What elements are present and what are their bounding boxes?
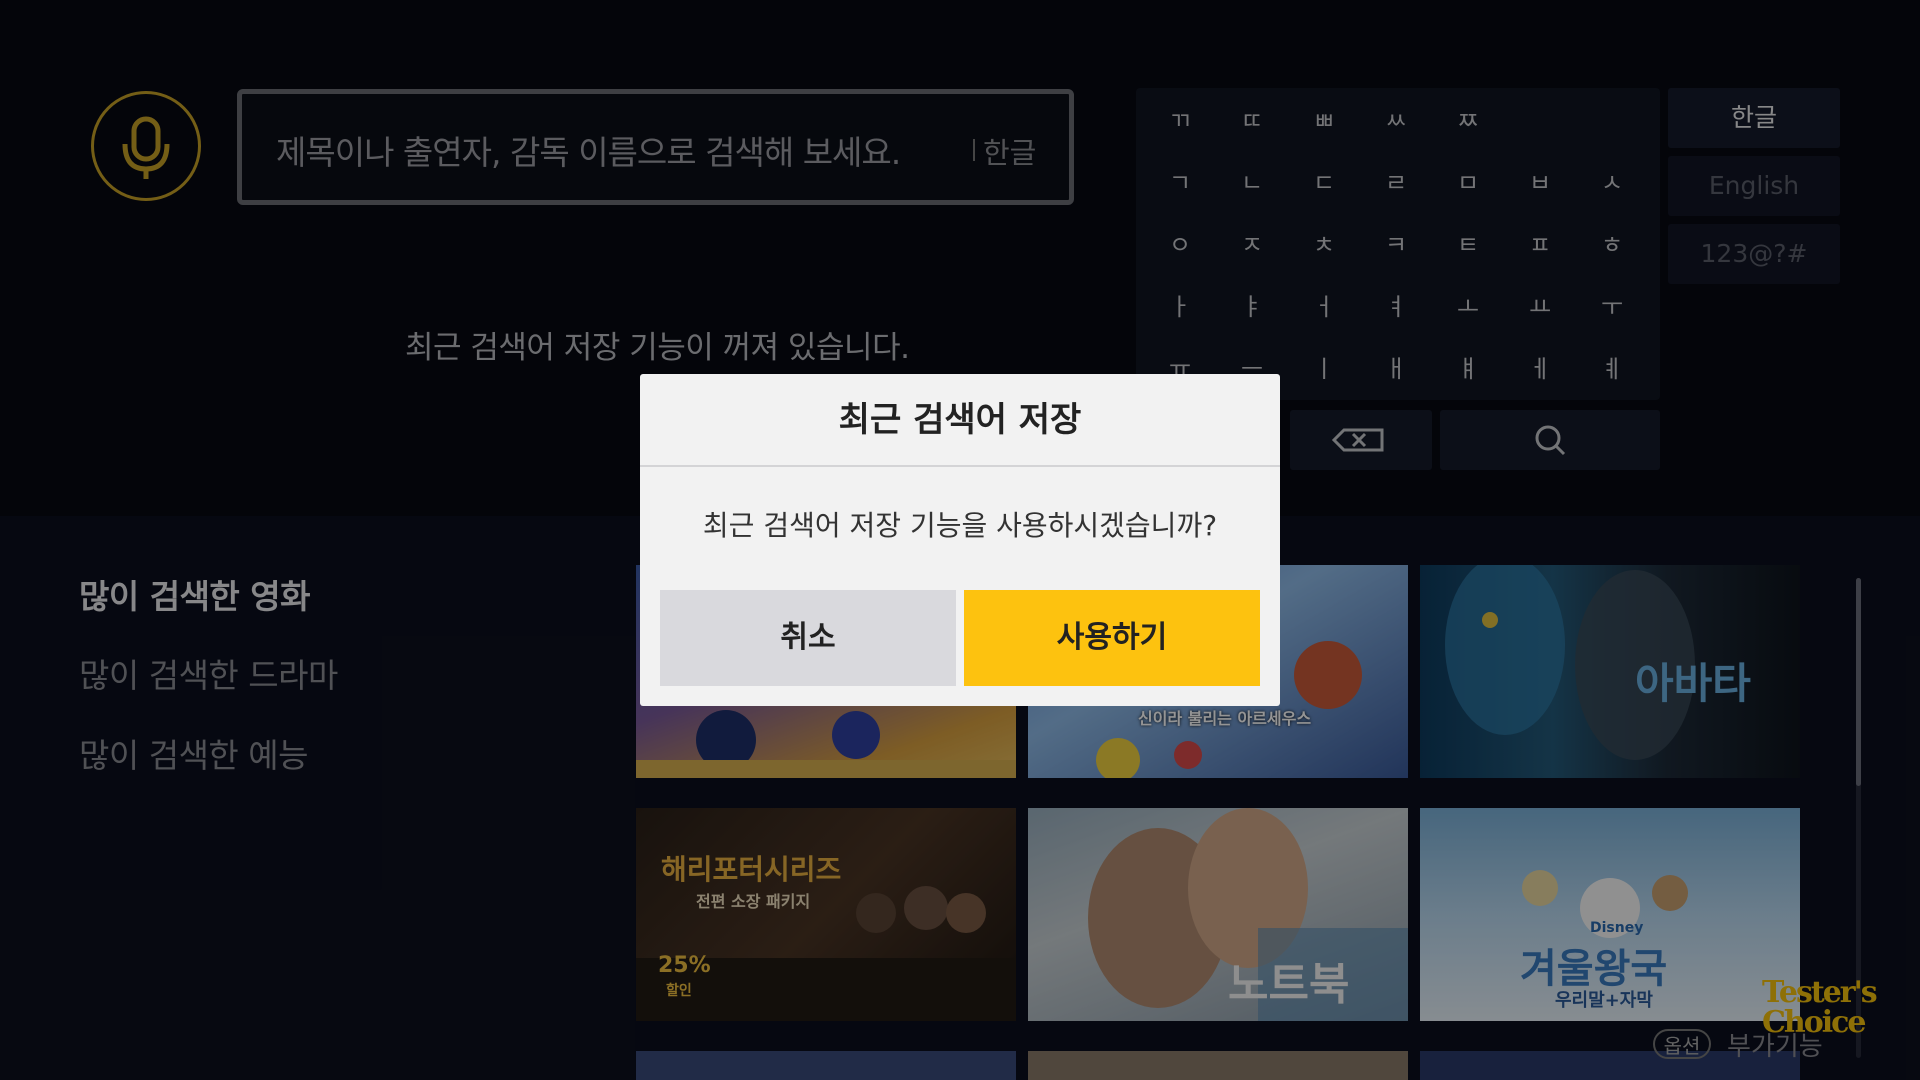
dialog-title: 최근 검색어 저장 [838, 400, 1082, 440]
dialog-divider [640, 465, 1280, 467]
save-history-dialog: 최근 검색어 저장 최근 검색어 저장 기능을 사용하시겠습니까? 취소 사용하… [640, 374, 1280, 706]
confirm-button[interactable]: 사용하기 [964, 590, 1260, 686]
cancel-button[interactable]: 취소 [660, 590, 956, 686]
dialog-message: 최근 검색어 저장 기능을 사용하시겠습니까? [702, 509, 1218, 542]
